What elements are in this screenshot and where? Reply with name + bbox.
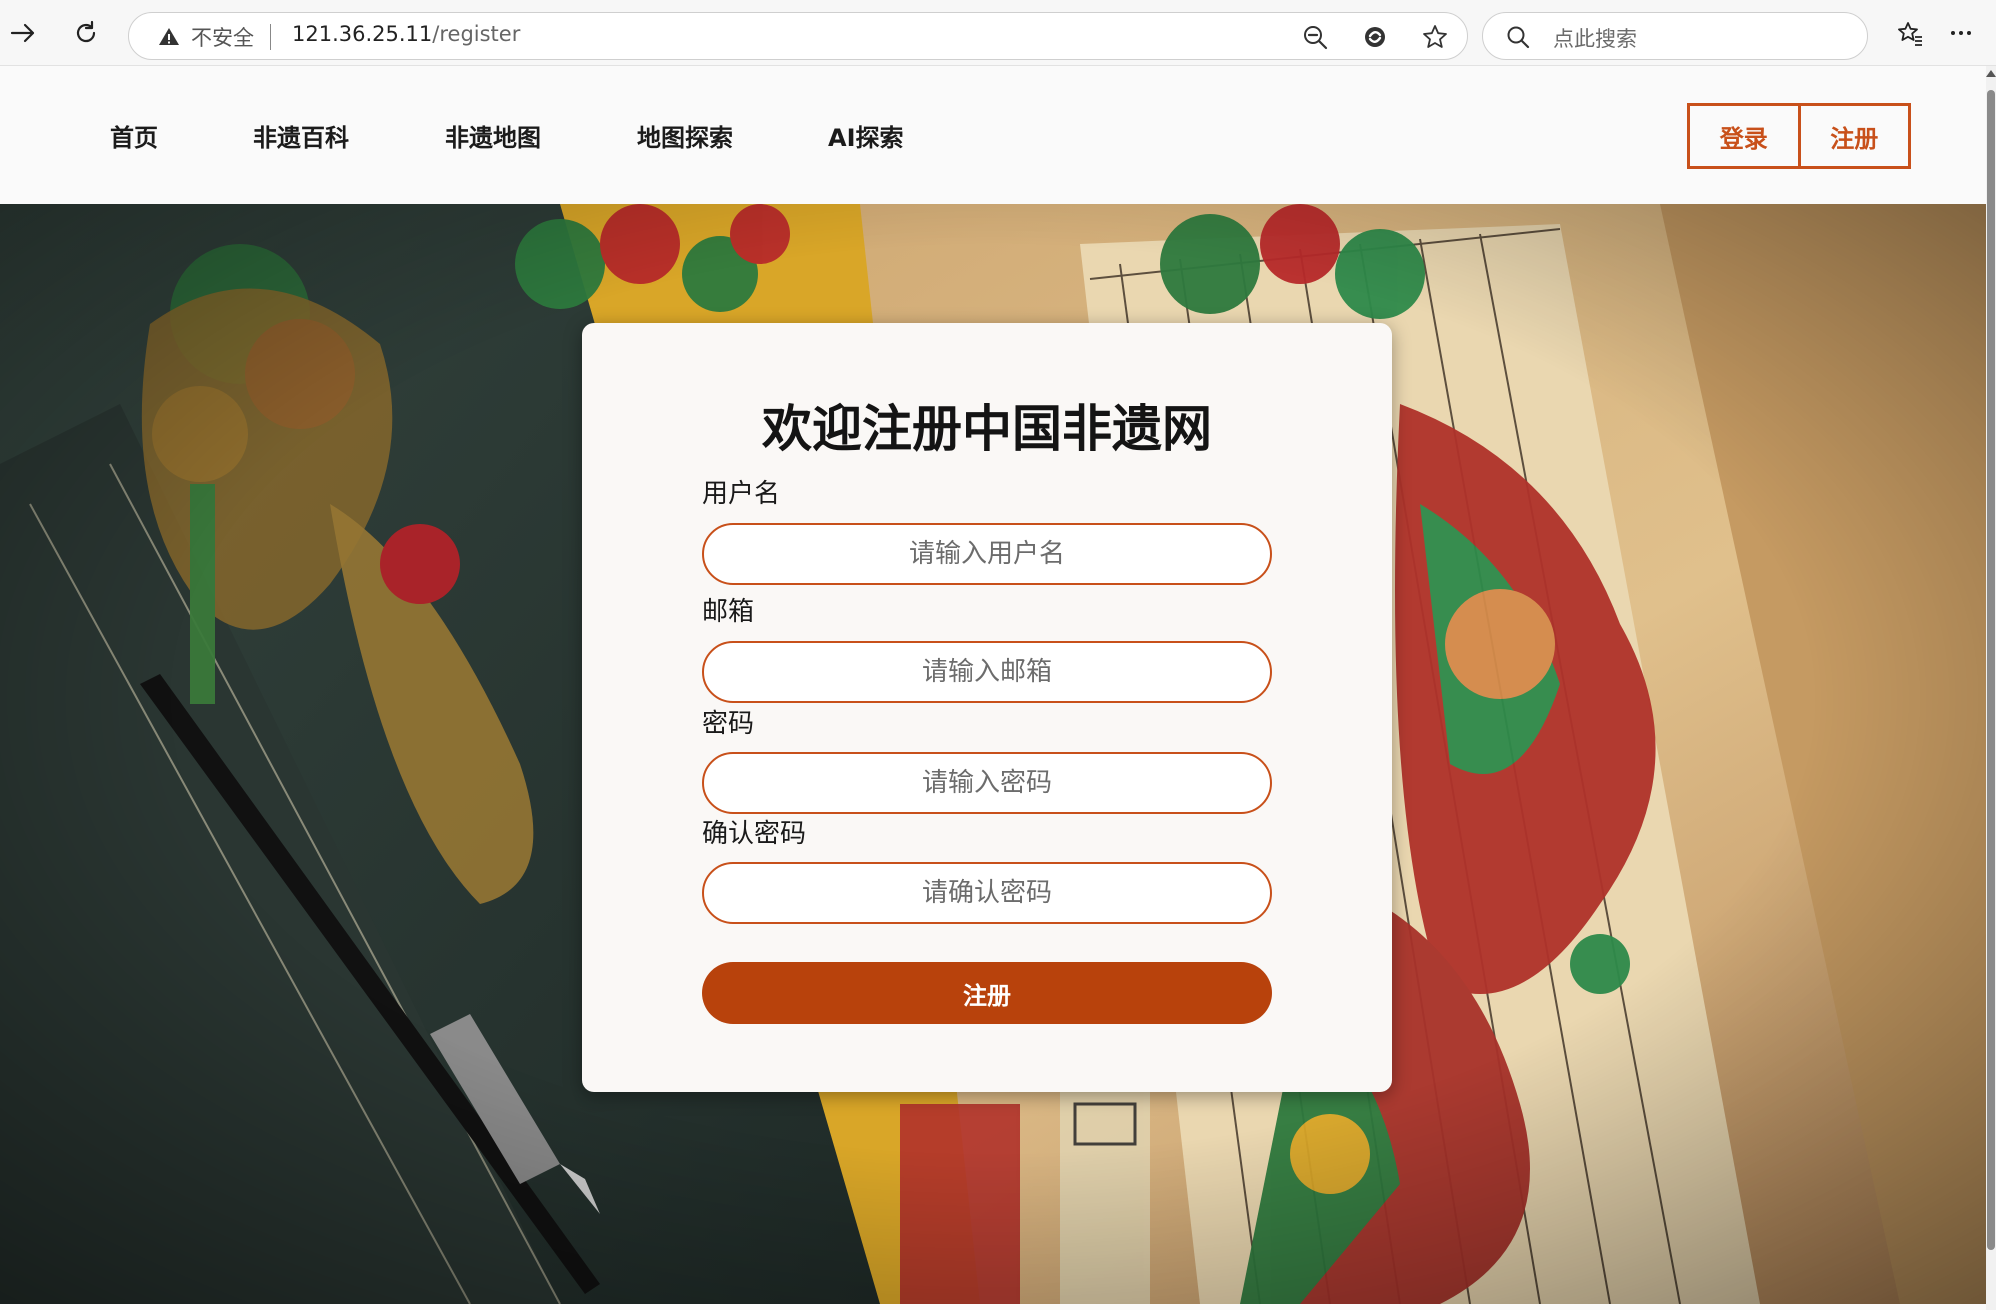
address-bar[interactable]: 不安全 121.36.25.11/register (128, 12, 1468, 60)
nav-item-home[interactable]: 首页 (110, 118, 158, 153)
favorites-icon[interactable] (1887, 10, 1933, 56)
warning-icon (159, 28, 179, 45)
security-label: 不安全 (191, 26, 254, 50)
nav-item-ai-explore[interactable]: AI探索 (828, 118, 904, 153)
url-text: 121.36.25.11/register (292, 22, 520, 46)
nav-item-heritage-map[interactable]: 非遗地图 (445, 118, 541, 153)
confirm-password-label: 确认密码 (702, 819, 807, 849)
auth-buttons: 登录 注册 (1687, 103, 1911, 169)
register-card: 欢迎注册中国非遗网 用户名 邮箱 密码 确认密码 注册 (582, 323, 1392, 1092)
more-menu-icon[interactable] (1938, 10, 1984, 56)
translate-icon[interactable] (1361, 23, 1389, 51)
scrollbar-thumb[interactable] (1987, 90, 1995, 1250)
register-submit-button[interactable]: 注册 (702, 962, 1272, 1024)
search-placeholder: 点此搜索 (1553, 27, 1637, 51)
forward-icon[interactable] (0, 10, 46, 56)
nav-item-map-explore[interactable]: 地图探索 (637, 118, 733, 153)
browser-search-box[interactable]: 点此搜索 (1482, 12, 1868, 60)
username-input[interactable] (702, 523, 1272, 585)
page-scrollbar[interactable] (1986, 66, 1996, 1310)
username-label: 用户名 (702, 479, 781, 509)
zoom-out-icon[interactable] (1301, 23, 1329, 51)
password-input[interactable] (702, 752, 1272, 814)
divider (270, 24, 271, 50)
register-title: 欢迎注册中国非遗网 (762, 400, 1212, 458)
refresh-icon[interactable] (63, 10, 109, 56)
site-header: 首页 非遗百科 非遗地图 地图探索 AI探索 登录 注册 (0, 66, 1986, 204)
search-icon (1507, 26, 1530, 49)
nav-item-encyclopedia[interactable]: 非遗百科 (253, 118, 349, 153)
favorite-star-icon[interactable] (1421, 23, 1449, 51)
email-label: 邮箱 (702, 597, 755, 627)
login-button[interactable]: 登录 (1690, 106, 1798, 166)
browser-toolbar: 不安全 121.36.25.11/register 点此搜索 (0, 0, 1996, 66)
scroll-up-arrow-icon[interactable] (1986, 70, 1996, 77)
password-label: 密码 (702, 709, 755, 739)
confirm-password-input[interactable] (702, 862, 1272, 924)
register-nav-button[interactable]: 注册 (1797, 106, 1909, 166)
url-path: /register (432, 22, 521, 46)
url-host: 121.36.25.11 (292, 22, 433, 46)
email-input[interactable] (702, 641, 1272, 703)
